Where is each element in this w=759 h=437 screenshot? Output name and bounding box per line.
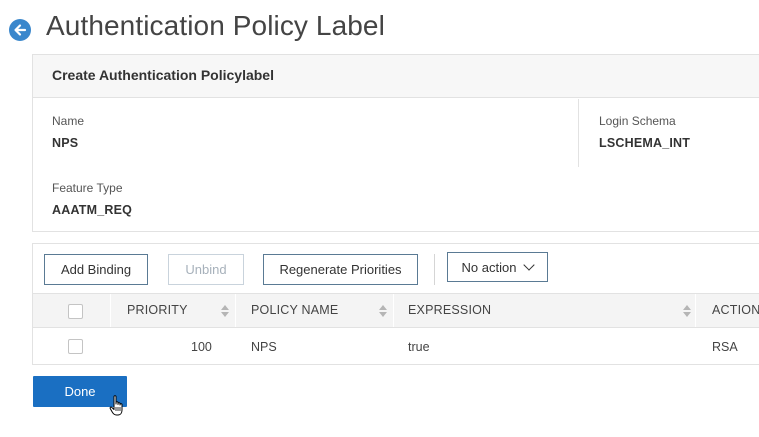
login-schema-field: Login Schema LSCHEMA_INT [599, 114, 690, 150]
table-header: PRIORITY POLICY NAME EXPRESSION ACTION [33, 293, 759, 328]
policylabel-form-panel: Create Authentication Policylabel Name N… [32, 54, 759, 232]
column-header-priority[interactable]: PRIORITY [127, 294, 188, 327]
priority-cell: 100 [191, 340, 212, 354]
page-title: Authentication Policy Label [46, 10, 385, 41]
field-label: Feature Type [52, 181, 123, 195]
column-separator [695, 294, 696, 327]
bindings-panel: Add Binding Unbind Regenerate Priorities… [32, 243, 759, 365]
chevron-down-icon [523, 259, 536, 271]
sort-icon[interactable] [221, 304, 229, 318]
action-select[interactable]: No action [447, 252, 548, 282]
action-cell: RSA [712, 340, 738, 354]
column-header-policy-name[interactable]: POLICY NAME [251, 294, 338, 327]
panel-title: Create Authentication Policylabel [33, 55, 759, 98]
arrow-left-icon [14, 24, 27, 36]
field-value: LSCHEMA_INT [599, 136, 691, 150]
toolbar-divider [434, 254, 435, 285]
expression-cell: true [408, 340, 430, 354]
field-value: AAATM_REQ [52, 203, 133, 217]
select-all-checkbox[interactable] [68, 304, 83, 319]
row-checkbox[interactable] [68, 339, 83, 354]
field-label: Name [52, 114, 85, 128]
action-select-value: No action [461, 259, 517, 275]
name-field: Name NPS [52, 114, 84, 150]
hand-cursor-icon [109, 395, 123, 416]
back-button[interactable] [9, 19, 31, 41]
field-divider [578, 99, 579, 167]
column-separator [235, 294, 236, 327]
sort-icon[interactable] [683, 304, 691, 318]
field-label: Login Schema [599, 114, 676, 128]
feature-type-field: Feature Type AAATM_REQ [52, 181, 132, 217]
column-separator [110, 294, 111, 327]
field-value: NPS [52, 136, 79, 150]
column-header-expression[interactable]: EXPRESSION [408, 294, 491, 327]
add-binding-button[interactable]: Add Binding [44, 254, 148, 285]
policy-name-cell: NPS [251, 340, 277, 354]
sort-icon[interactable] [379, 304, 387, 318]
unbind-button[interactable]: Unbind [168, 254, 244, 285]
column-separator [393, 294, 394, 327]
column-header-action[interactable]: ACTION [712, 294, 759, 327]
regenerate-priorities-button[interactable]: Regenerate Priorities [263, 254, 418, 285]
